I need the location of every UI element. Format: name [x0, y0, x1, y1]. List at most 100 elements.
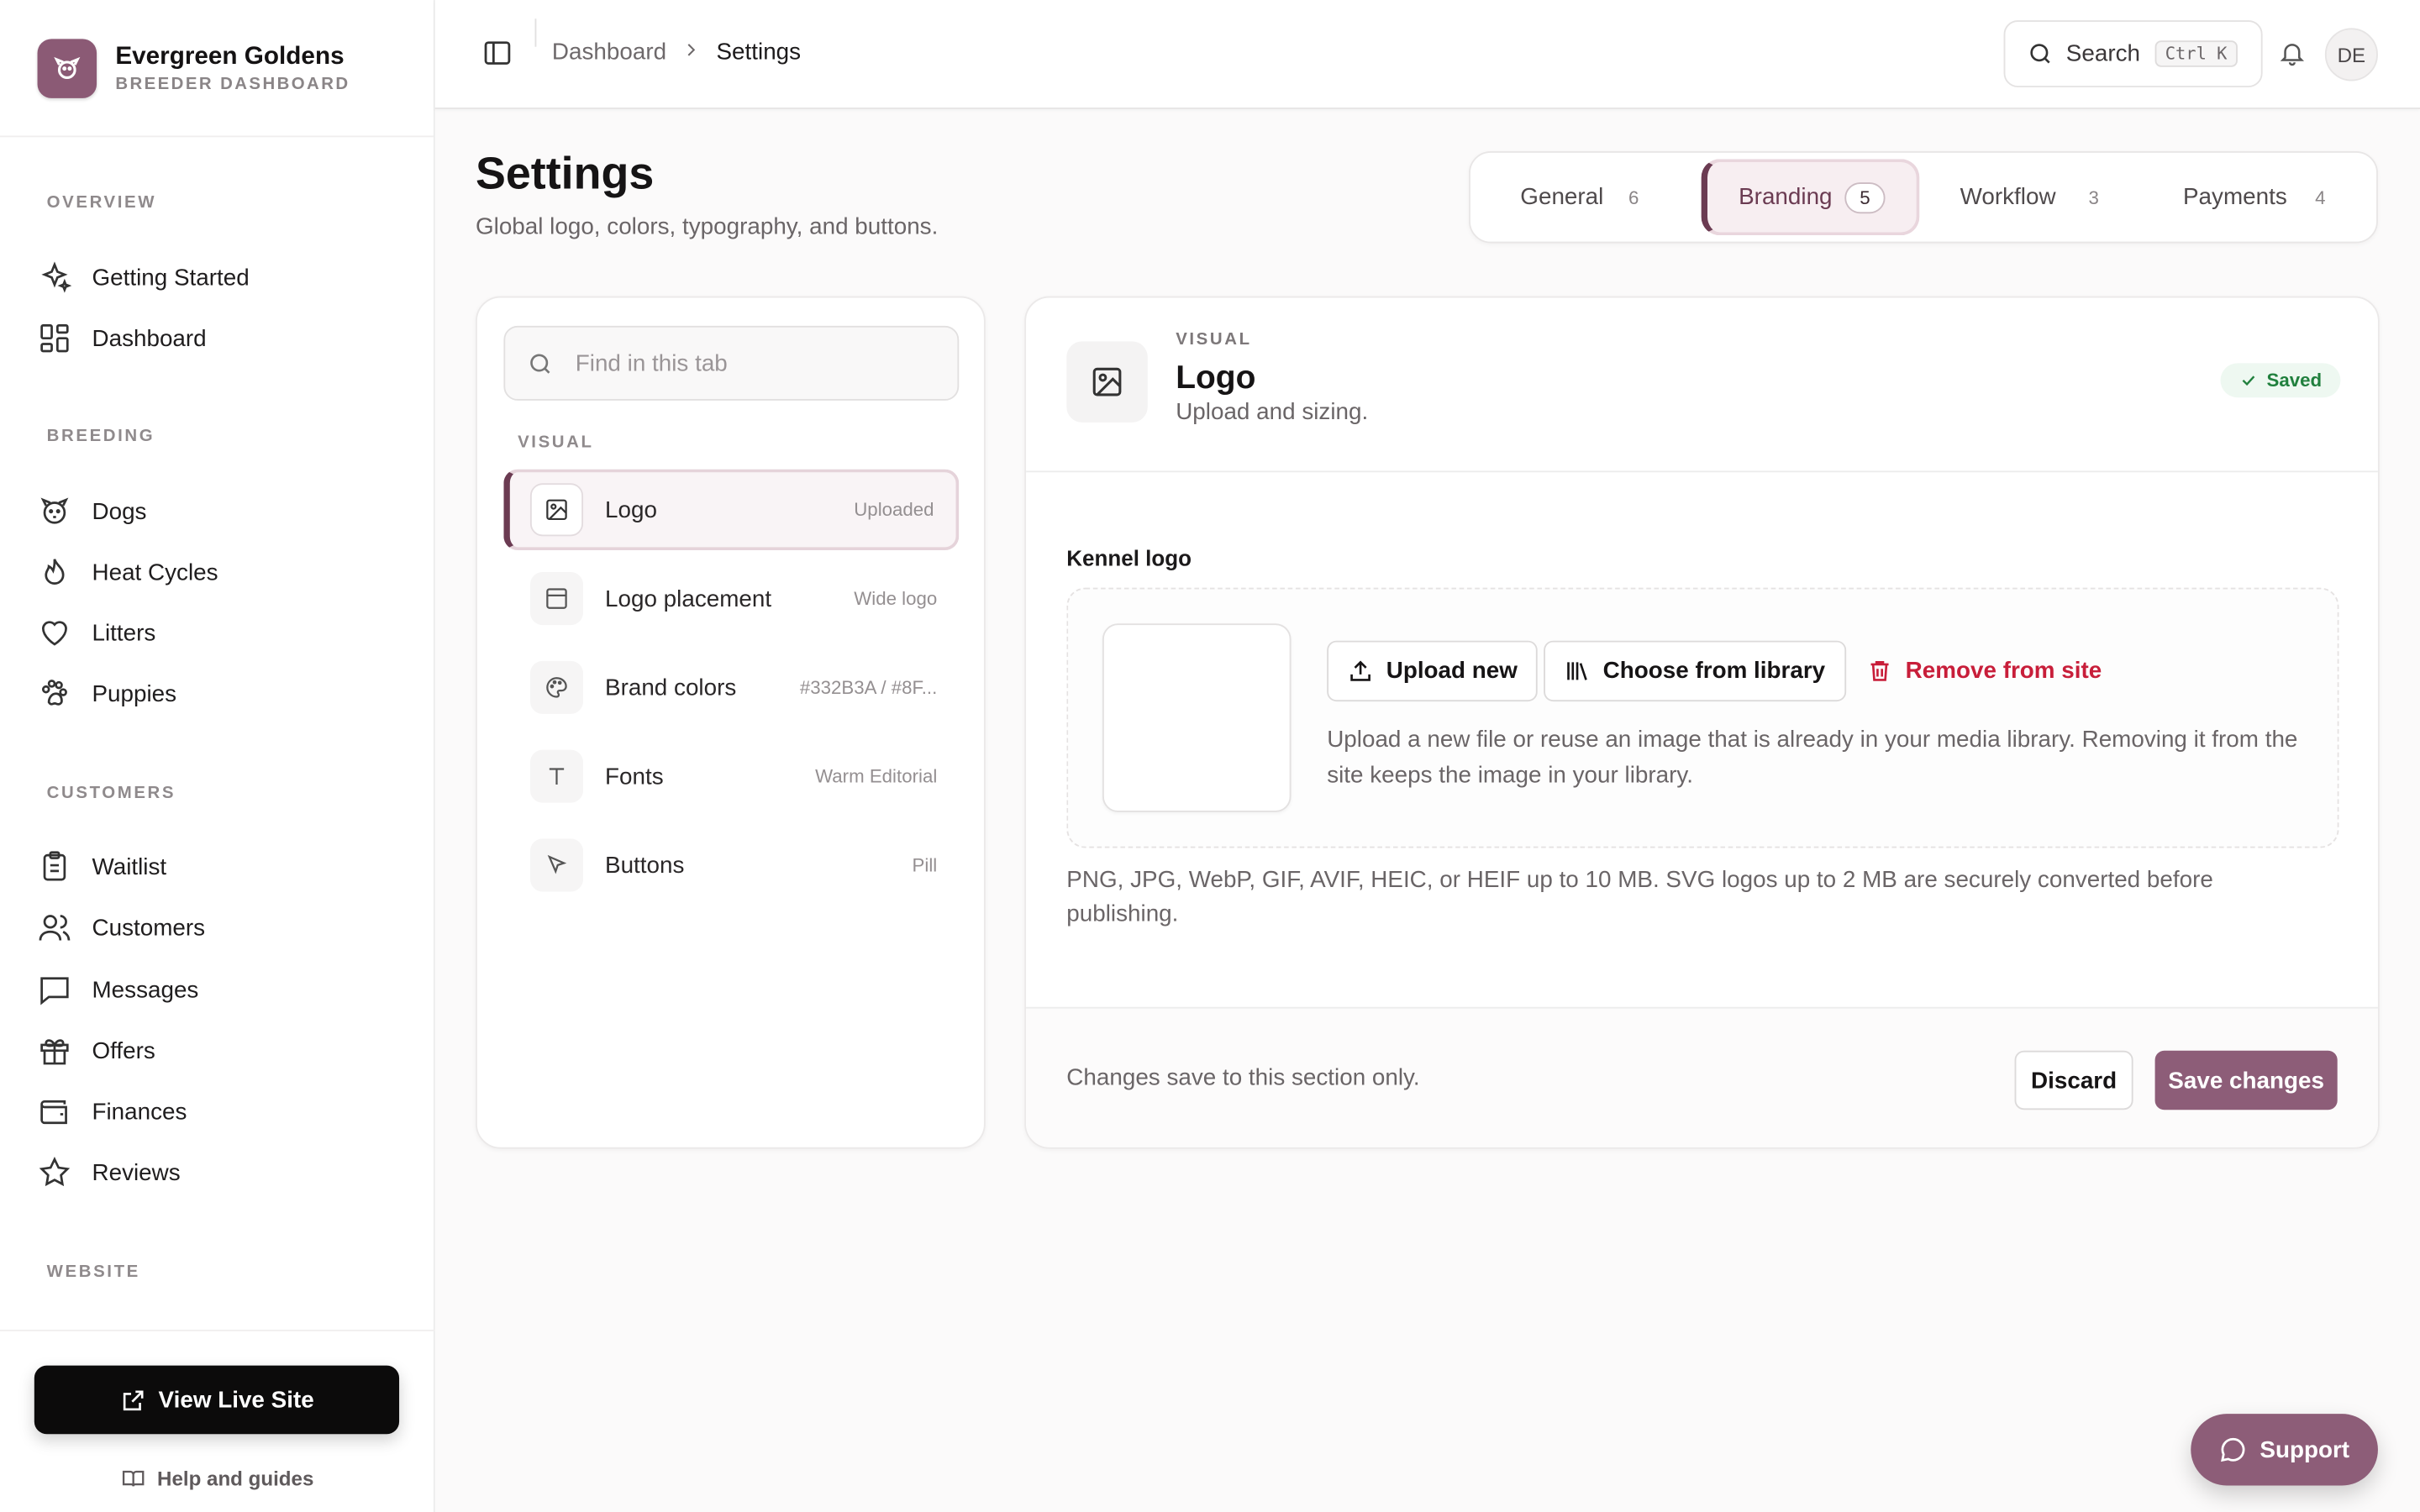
- find-placeholder: Find in this tab: [575, 349, 728, 377]
- sidebar-item-label: Customers: [92, 914, 206, 941]
- breadcrumb-dashboard[interactable]: Dashboard: [552, 39, 666, 66]
- list-item-logo[interactable]: Logo Uploaded: [503, 469, 960, 551]
- sidebar-item-dogs[interactable]: Dogs: [38, 490, 397, 533]
- settings-list: Find in this tab VISUAL Logo Uploaded Lo…: [475, 296, 986, 1149]
- page-subtitle: Global logo, colors, typography, and but…: [475, 213, 939, 240]
- list-item-label: Buttons: [605, 852, 685, 879]
- sidebar-item-label: Reviews: [92, 1158, 181, 1186]
- sidebar-item-label: Finances: [92, 1098, 187, 1125]
- choose-from-library-button[interactable]: Choose from library: [1544, 640, 1846, 702]
- tab-payments[interactable]: Payments 4: [2183, 159, 2326, 235]
- sparkles-icon: [41, 261, 72, 293]
- tab-label: Branding: [1739, 183, 1833, 211]
- sidebar-item-label: Heat Cycles: [92, 559, 218, 585]
- dropzone-help-text: Upload a new file or reuse an image that…: [1327, 726, 2298, 789]
- card-header: VISUAL Logo Upload and sizing. Saved: [1026, 297, 2378, 473]
- sidebar-item-label: Dashboard: [92, 324, 207, 352]
- search-button[interactable]: Search Ctrl K: [2003, 20, 2263, 87]
- list-item-meta: Uploaded: [854, 498, 934, 521]
- status-label: Saved: [2266, 369, 2323, 391]
- message-icon: [40, 977, 69, 1005]
- sidebar-item-waitlist[interactable]: Waitlist: [38, 845, 397, 889]
- trash-icon: [1870, 661, 1889, 681]
- discard-button[interactable]: Discard: [2014, 1050, 2133, 1110]
- sidebar-item-label: Litters: [92, 619, 156, 647]
- topbar: Dashboard Settings Search Ctrl K DE: [434, 0, 2420, 109]
- view-live-site-button[interactable]: View Live Site: [34, 1365, 400, 1435]
- search-shortcut: Ctrl K: [2154, 40, 2238, 67]
- list-section-visual: VISUAL: [518, 433, 594, 453]
- sidebar-item-finances[interactable]: Finances: [38, 1089, 397, 1133]
- brand[interactable]: Evergreen Goldens BREEDER DASHBOARD: [0, 0, 434, 138]
- list-item-meta: #332B3A / #8F...: [799, 676, 938, 699]
- sidebar-item-litters[interactable]: Litters: [38, 611, 397, 654]
- divider: [534, 18, 537, 47]
- sidebar-toggle-icon[interactable]: [481, 38, 513, 76]
- footer-note: Changes save to this section only.: [1066, 1064, 1420, 1091]
- sidebar-item-offers[interactable]: Offers: [38, 1029, 397, 1073]
- upload-new-label: Upload new: [1386, 658, 1518, 685]
- settings-tabs: General 6 Branding 5 Workflow 3 Payments…: [1469, 151, 2378, 244]
- choose-from-library-label: Choose from library: [1602, 658, 1826, 685]
- logo-dropzone[interactable]: Upload new Choose from library Remove fr…: [1066, 587, 2339, 848]
- remove-from-site-button[interactable]: Remove from site: [1866, 641, 2102, 701]
- list-item-logo-placement[interactable]: Logo placement Wide logo: [503, 558, 959, 638]
- support-label: Support: [2260, 1436, 2350, 1463]
- card-subtitle: Upload and sizing.: [1176, 399, 1369, 426]
- tab-count: 4: [2315, 186, 2326, 208]
- heart-icon: [41, 621, 67, 646]
- wallet-icon: [40, 1100, 67, 1125]
- sidebar-item-label: Waitlist: [92, 853, 167, 880]
- avatar[interactable]: DE: [2324, 28, 2378, 81]
- palette-icon: [529, 660, 584, 714]
- breadcrumb-settings: Settings: [716, 39, 802, 66]
- image-icon: [529, 483, 584, 537]
- list-item-brand-colors[interactable]: Brand colors #332B3A / #8F...: [503, 647, 959, 727]
- remove-from-site-label: Remove from site: [1905, 658, 2102, 685]
- support-button[interactable]: Support: [2191, 1414, 2378, 1486]
- list-item-meta: Pill: [912, 853, 938, 876]
- find-in-tab-input[interactable]: Find in this tab: [503, 325, 960, 401]
- tab-workflow[interactable]: Workflow 3: [1960, 159, 2099, 235]
- sidebar-item-puppies[interactable]: Puppies: [38, 672, 397, 716]
- list-item-label: Brand colors: [605, 674, 737, 701]
- list-item-buttons[interactable]: Buttons Pill: [503, 825, 959, 906]
- tab-general[interactable]: General 6: [1520, 159, 1639, 235]
- clipboard-icon: [43, 851, 66, 881]
- sidebar-footer: View Live Site Help and guides: [0, 1329, 435, 1512]
- search-icon: [2030, 44, 2050, 64]
- tab-branding[interactable]: Branding 5: [1701, 159, 1920, 236]
- users-icon: [39, 915, 71, 941]
- help-link[interactable]: Help and guides: [0, 1467, 435, 1490]
- image-icon: [1066, 341, 1148, 423]
- sidebar: Evergreen Goldens BREEDER DASHBOARD OVER…: [0, 0, 435, 1512]
- sidebar-item-reviews[interactable]: Reviews: [38, 1151, 397, 1194]
- chevron-right-icon: [682, 39, 701, 66]
- brand-logo-icon: [37, 38, 97, 97]
- card-footer: Changes save to this section only. Disca…: [1026, 1006, 2378, 1147]
- brand-subtitle: BREEDER DASHBOARD: [115, 74, 350, 93]
- upload-new-button[interactable]: Upload new: [1327, 640, 1539, 702]
- list-item-fonts[interactable]: Fonts Warm Editorial: [503, 736, 959, 816]
- list-item-label: Logo placement: [605, 585, 772, 612]
- sidebar-item-dashboard[interactable]: Dashboard: [38, 317, 397, 360]
- gift-icon: [40, 1039, 69, 1065]
- card-eyebrow: VISUAL: [1176, 330, 1252, 349]
- layout-icon: [529, 572, 584, 626]
- logo-settings-card: VISUAL Logo Upload and sizing. Saved Ken…: [1024, 296, 2380, 1149]
- brand-title: Evergreen Goldens: [115, 43, 345, 70]
- bell-icon[interactable]: [2278, 39, 2306, 75]
- nav-section-overview: OVERVIEW: [46, 193, 157, 213]
- book-icon: [122, 1470, 145, 1487]
- breadcrumb: Dashboard Settings: [552, 39, 801, 66]
- chat-bubble-icon: [2221, 1437, 2245, 1462]
- sidebar-item-customers[interactable]: Customers: [38, 906, 397, 949]
- sidebar-item-messages[interactable]: Messages: [38, 968, 397, 1011]
- sidebar-item-label: Offers: [92, 1037, 155, 1064]
- save-changes-button[interactable]: Save changes: [2154, 1050, 2338, 1110]
- nav-section-breeding: BREEDING: [46, 427, 155, 446]
- sidebar-item-getting-started[interactable]: Getting Started: [38, 255, 397, 299]
- sidebar-item-heat-cycles[interactable]: Heat Cycles: [38, 550, 397, 594]
- status-badge: Saved: [2219, 363, 2341, 398]
- list-item-label: Fonts: [605, 763, 664, 790]
